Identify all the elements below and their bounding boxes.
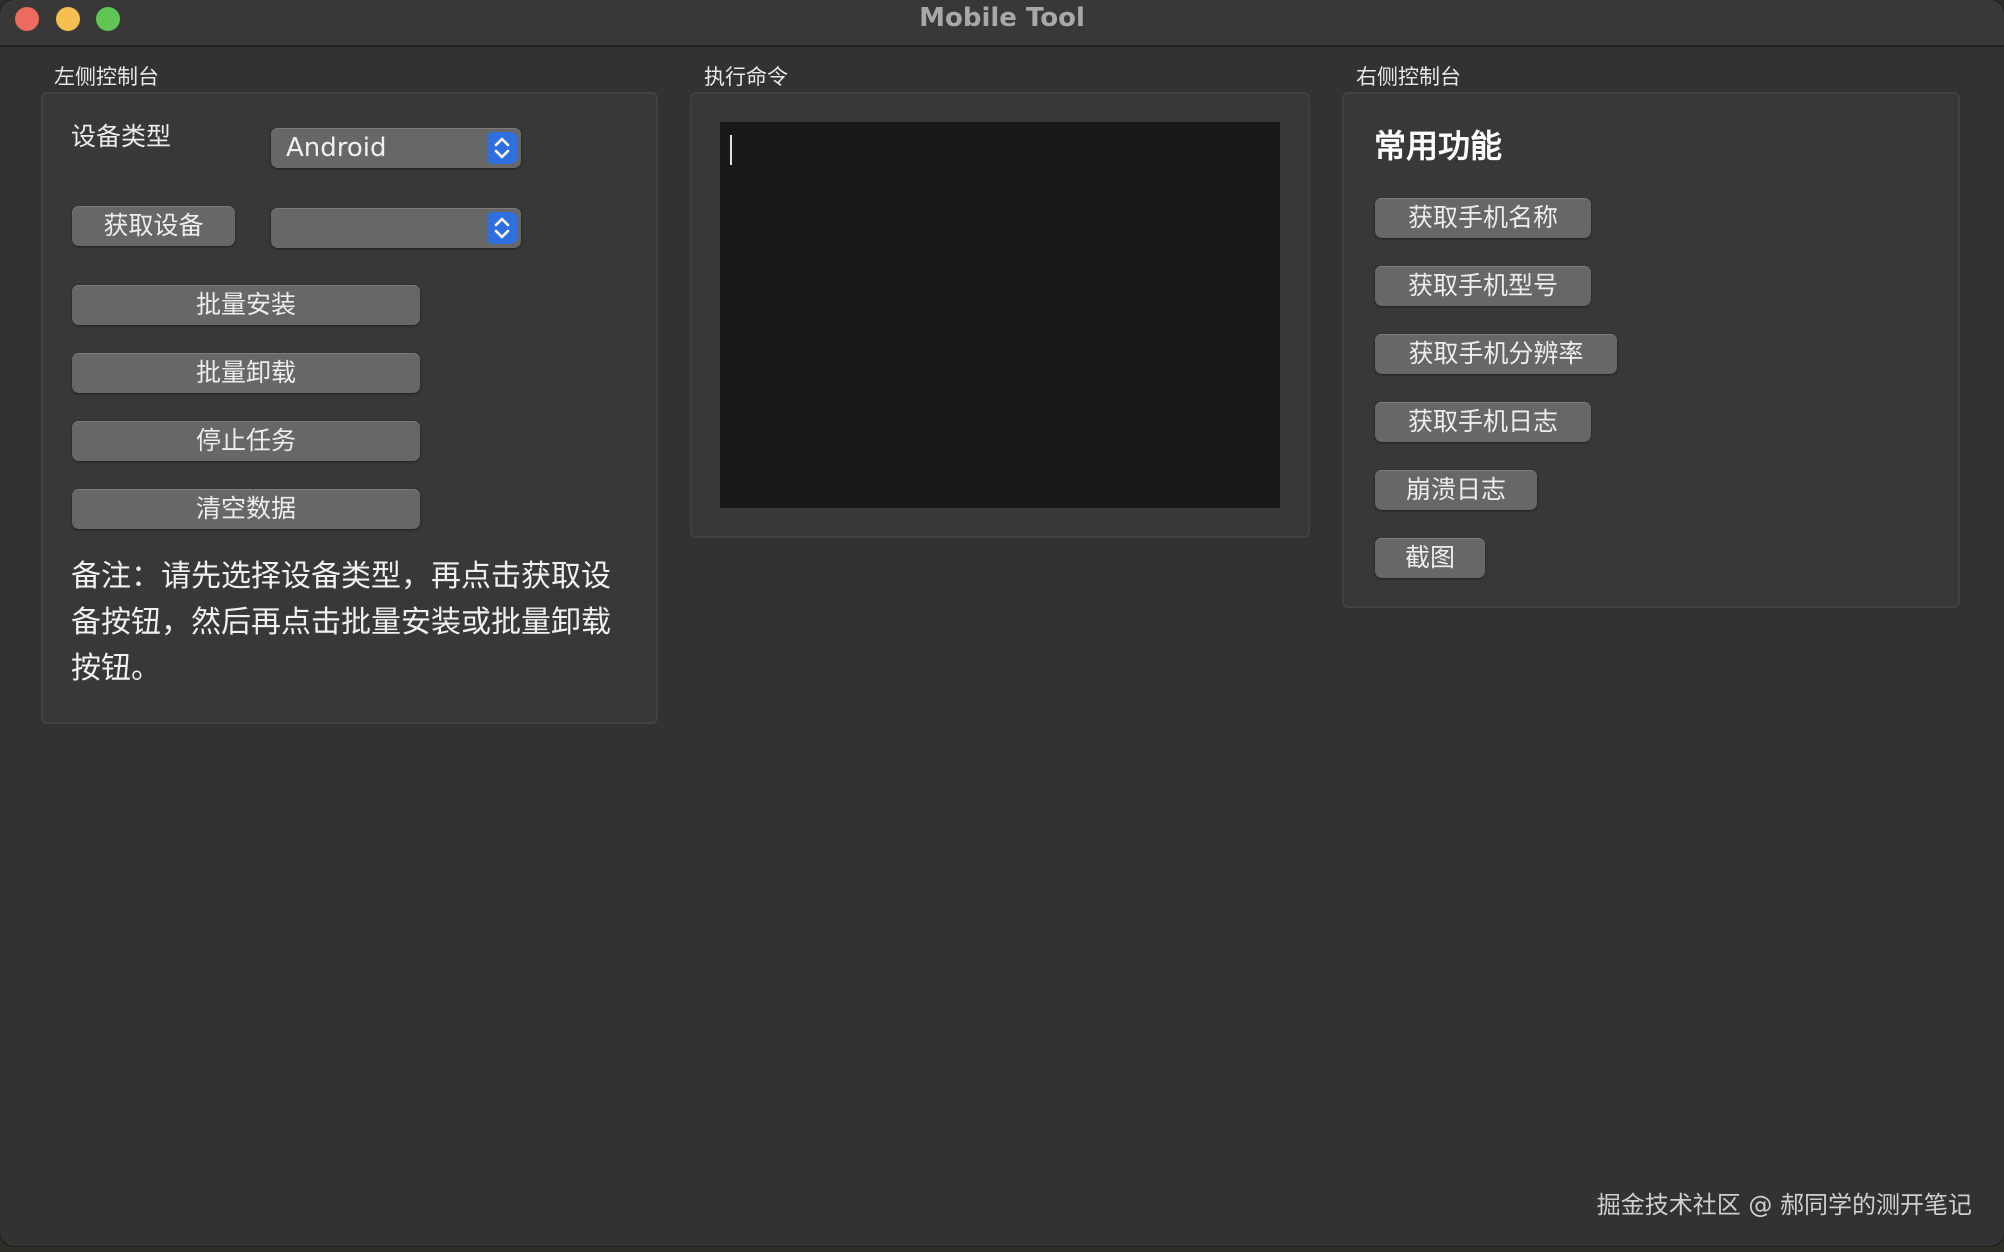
right-panel-label: 右侧控制台	[1356, 65, 1461, 89]
device-type-select[interactable]: Android	[271, 128, 521, 168]
screenshot-button[interactable]: 截图	[1375, 538, 1485, 578]
text-cursor	[730, 135, 732, 165]
device-select[interactable]	[271, 208, 521, 248]
right-control-panel: 常用功能 获取手机名称 获取手机型号 获取手机分辨率 获取手机日志 崩溃日志 截…	[1342, 92, 1960, 608]
title-bar[interactable]: Mobile Tool	[0, 0, 2004, 47]
command-panel	[690, 92, 1310, 538]
left-control-panel: 设备类型 Android 获取设备 批量安装 批量卸载 停止任务 清空数据 备注…	[41, 92, 658, 724]
stop-task-button[interactable]: 停止任务	[72, 421, 420, 461]
common-functions-title: 常用功能	[1374, 127, 1503, 165]
app-window: Mobile Tool 左侧控制台 设备类型 Android 获取设备 批量安装…	[0, 0, 2004, 1246]
batch-uninstall-button[interactable]: 批量卸载	[72, 353, 420, 393]
device-type-value: Android	[286, 133, 387, 163]
crash-log-button[interactable]: 崩溃日志	[1375, 470, 1537, 510]
get-phone-resolution-button[interactable]: 获取手机分辨率	[1375, 334, 1617, 374]
chevron-up-down-icon	[487, 212, 517, 244]
get-phone-name-button[interactable]: 获取手机名称	[1375, 198, 1591, 238]
left-panel-label: 左侧控制台	[54, 65, 159, 89]
watermark: 掘金技术社区 @ 郝同学的测开笔记	[1596, 1191, 1972, 1219]
window-title: Mobile Tool	[919, 3, 1085, 33]
usage-note: 备注：请先选择设备类型，再点击获取设备按钮，然后再点击批量安装或批量卸载按钮。	[71, 559, 611, 686]
get-device-button[interactable]: 获取设备	[72, 206, 235, 246]
get-phone-log-button[interactable]: 获取手机日志	[1375, 402, 1591, 442]
batch-install-button[interactable]: 批量安装	[72, 285, 420, 325]
device-type-label: 设备类型	[71, 122, 172, 151]
chevron-up-down-icon	[487, 132, 517, 164]
get-phone-model-button[interactable]: 获取手机型号	[1375, 266, 1591, 306]
command-output-textarea[interactable]	[720, 122, 1280, 508]
command-panel-label: 执行命令	[704, 65, 788, 89]
clear-data-button[interactable]: 清空数据	[72, 489, 420, 529]
